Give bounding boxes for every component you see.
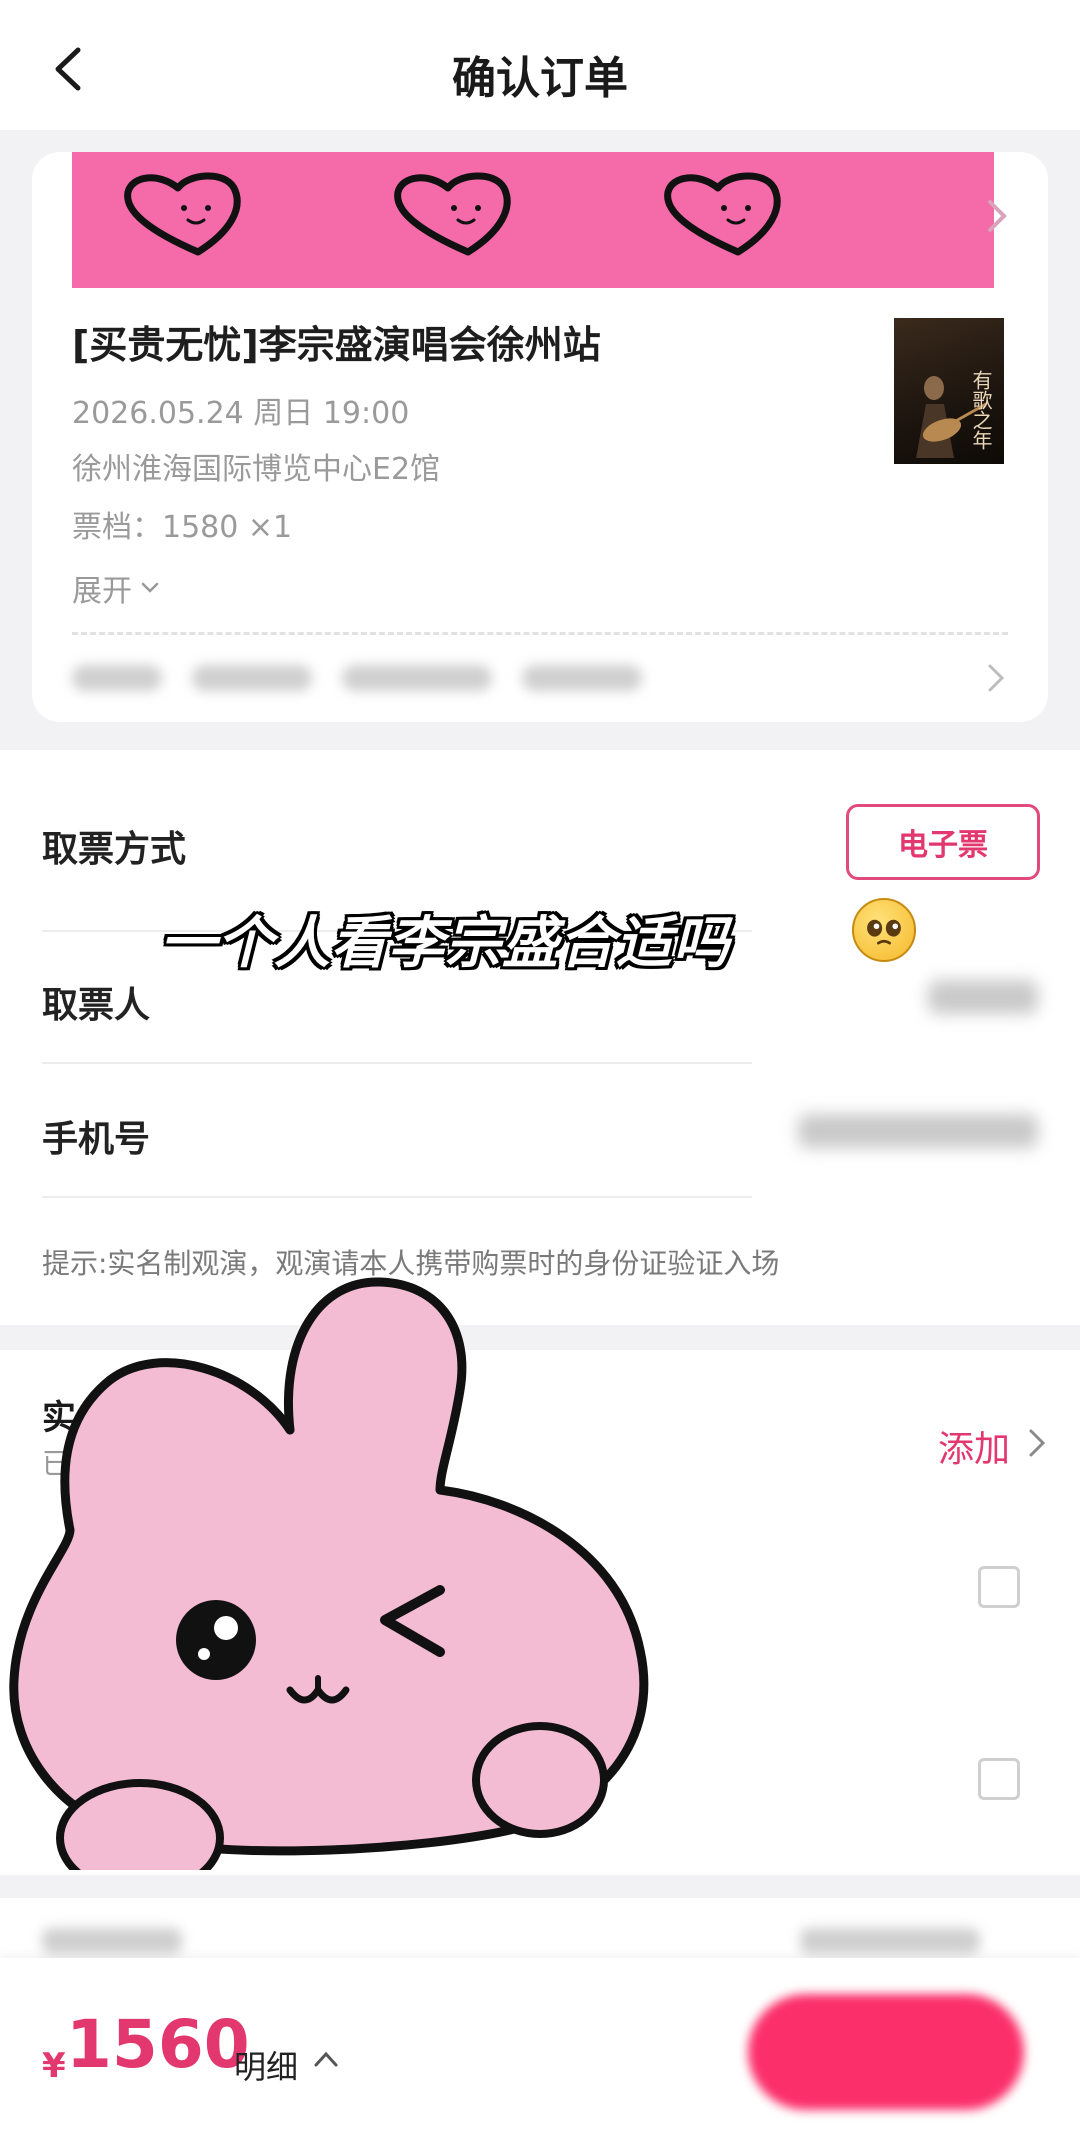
confirm-order-button-blurred[interactable] <box>748 1994 1024 2110</box>
page-title: 确认订单 <box>452 53 628 104</box>
chevron-down-icon <box>141 582 159 593</box>
event-datetime: 2026.05.24 周日 19:00 <box>72 396 410 431</box>
lower-section-peek <box>0 1898 1080 1958</box>
top-nav-bar: 确认订单 <box>0 0 1080 130</box>
pleading-face-emoji-icon <box>852 898 916 962</box>
pink-bunny-sticker <box>9 1277 649 1870</box>
total-price: 1560 <box>66 2006 250 2083</box>
expand-toggle[interactable]: 展开 <box>72 566 160 610</box>
chevron-right-icon[interactable] <box>1026 1426 1048 1460</box>
chevron-right-icon[interactable] <box>984 660 1008 696</box>
chevron-up-icon[interactable] <box>312 2048 340 2070</box>
chevron-right-icon[interactable] <box>982 196 1012 236</box>
attendee-checkbox[interactable] <box>978 1758 1020 1800</box>
event-card[interactable]: [买贵无忧]李宗盛演唱会徐州站 2026.05.24 周日 19:00 徐州淮海… <box>32 152 1048 722</box>
recipient-value-blurred[interactable] <box>928 980 1038 1014</box>
price-detail-link[interactable]: 明细 <box>234 2042 298 2088</box>
service-tags-blurred <box>72 656 932 700</box>
add-attendee-link[interactable]: 添加 <box>938 1420 1010 1472</box>
event-venue: 徐州淮海国际博览中心E2馆 <box>72 452 441 487</box>
dashed-divider <box>72 632 1008 635</box>
currency-symbol: ¥ <box>42 2046 66 2086</box>
poster-title: 有歌之年 <box>969 370 993 450</box>
phone-value-blurred[interactable] <box>798 1114 1038 1148</box>
ticket-info-section: 取票方式 电子票 取票人 手机号 提示:实名制观演，观演请本人携带购票时的身份证… <box>0 750 1080 1325</box>
checkout-bar: ¥ 1560 明细 <box>0 1958 1080 2131</box>
expand-label: 展开 <box>72 574 132 609</box>
heart-banner-image[interactable] <box>72 152 994 288</box>
event-poster-image: 有歌之年 <box>894 318 1004 464</box>
video-caption-overlay: 一个人看李宗盛合适吗 <box>160 911 730 976</box>
attendee-checkbox[interactable] <box>978 1566 1020 1608</box>
phone-label: 手机号 <box>42 1119 151 1160</box>
delivery-method-label: 取票方式 <box>42 829 187 870</box>
e-ticket-option-button[interactable]: 电子票 <box>846 804 1040 880</box>
divider <box>42 1062 752 1064</box>
event-title: [买贵无忧]李宗盛演唱会徐州站 <box>72 323 601 367</box>
divider <box>42 1196 752 1198</box>
recipient-label: 取票人 <box>42 985 151 1026</box>
ticket-tier: 票档：1580 ×1 <box>72 510 293 545</box>
